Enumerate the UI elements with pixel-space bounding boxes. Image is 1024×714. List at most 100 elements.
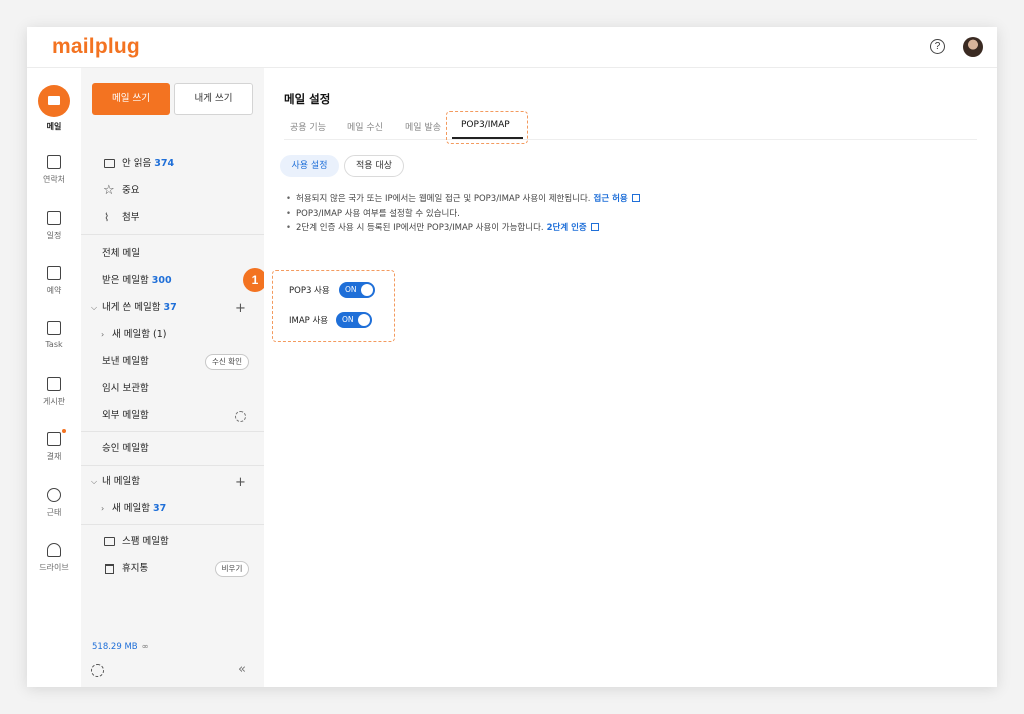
rail-item-drive[interactable]: 드라이브 <box>27 543 81 573</box>
tab-common[interactable]: 공용 기능 <box>290 120 326 133</box>
folder-self-box[interactable]: ⌵ 내게 쓴 메일함 37 + <box>81 299 264 317</box>
rail-item-reservation[interactable]: 예약 <box>27 266 81 296</box>
imap-label: IMAP 사용 <box>289 316 329 326</box>
folder-label: 받은 메일함 300 <box>102 272 172 290</box>
rail-item-calendar[interactable]: 일정 <box>27 211 81 241</box>
folder-trash[interactable]: 휴지통 비우기 <box>81 560 264 578</box>
mailplug-logo[interactable]: mailplug <box>52 35 140 59</box>
folder-external[interactable]: 외부 메일함 <box>81 407 264 425</box>
rail-item-task[interactable]: Task <box>27 321 81 349</box>
folder-my-sub-label: 새 메일함 <box>112 503 150 514</box>
approval-icon <box>47 432 61 446</box>
tab-receive[interactable]: 메일 수신 <box>347 120 383 133</box>
board-icon <box>47 377 61 391</box>
folder-my-box[interactable]: ⌵ 내 메일함 + <box>81 473 264 491</box>
folder-important[interactable]: ☆ 중요 <box>81 182 264 200</box>
divider <box>81 524 264 525</box>
envelope-icon <box>104 159 115 168</box>
empty-trash-button[interactable]: 비우기 <box>215 561 249 577</box>
gear-icon[interactable] <box>235 411 246 422</box>
imap-toggle[interactable]: ON <box>336 312 372 328</box>
trash-icon <box>105 564 114 574</box>
folder-my-sub[interactable]: › 새 메일함 37 <box>81 500 264 518</box>
folder-approval[interactable]: 승인 메일함 <box>81 440 264 458</box>
note-item: • POP3/IMAP 사용 여부를 설정할 수 있습니다. <box>286 207 460 219</box>
chevron-down-icon[interactable]: ⌵ <box>91 299 97 317</box>
folder-approval-label: 승인 메일함 <box>102 443 149 454</box>
segment-targets[interactable]: 적용 대상 <box>344 155 404 177</box>
collapse-panel-icon[interactable]: « <box>238 662 246 677</box>
bullet: • <box>286 209 292 219</box>
folder-self-box-label: 내게 쓴 메일함 <box>102 302 161 313</box>
star-icon: ☆ <box>103 183 115 198</box>
rail-item-label: 일정 <box>46 231 62 240</box>
add-folder-icon[interactable]: + <box>235 476 246 489</box>
settings-icon[interactable] <box>91 664 104 677</box>
two-factor-link[interactable]: 2단계 인증 <box>547 223 587 233</box>
tab-send[interactable]: 메일 발송 <box>405 120 441 133</box>
folder-important-label: 중요 <box>122 185 140 196</box>
external-link-icon[interactable] <box>590 223 599 231</box>
divider <box>81 234 264 235</box>
access-allow-link[interactable]: 접근 허용 <box>594 194 628 204</box>
top-bar: mailplug ? <box>27 27 997 68</box>
chevron-right-icon[interactable]: › <box>101 500 104 518</box>
highlight-options-box <box>272 270 395 342</box>
folder-inbox[interactable]: 받은 메일함 300 <box>81 272 264 290</box>
clock-icon <box>47 488 61 502</box>
folder-spam[interactable]: 스팸 메일함 <box>81 533 264 551</box>
tabs-divider <box>284 139 977 140</box>
rail-item-board[interactable]: 게시판 <box>27 377 81 407</box>
rail-item-label: 메일 <box>46 122 62 131</box>
folder-attachment[interactable]: ⌇ 첨부 <box>81 209 264 227</box>
app-window: mailplug ? 메일 연락처 일정 예약 Task 게시판 결재 근태 드… <box>27 27 997 687</box>
note-item: • 허용되지 않은 국가 또는 IP에서는 웹메일 접근 및 POP3/IMAP … <box>286 192 640 204</box>
pop3-toggle[interactable]: ON <box>339 282 375 298</box>
folder-all-mail[interactable]: 전체 메일 <box>81 245 264 263</box>
infinity-icon: ∞ <box>141 642 149 652</box>
cloud-icon <box>47 543 61 557</box>
folder-self-sub-label: 새 메일함 (1) <box>112 329 167 340</box>
folder-unread[interactable]: 안 읽음 374 <box>81 155 264 173</box>
folder-label: 새 메일함 37 <box>112 500 166 518</box>
rail-item-contacts[interactable]: 연락처 <box>27 155 81 185</box>
user-avatar[interactable] <box>963 37 983 57</box>
contacts-icon <box>47 155 61 169</box>
folder-attachment-label: 첨부 <box>122 212 140 223</box>
folder-inbox-label: 받은 메일함 <box>102 275 149 286</box>
folder-my-box-label: 내 메일함 <box>102 476 140 487</box>
folder-self-sub[interactable]: › 새 메일함 (1) <box>81 326 264 344</box>
notification-dot <box>62 429 66 433</box>
rail-item-approval[interactable]: 결재 <box>27 429 81 462</box>
rail-item-attendance[interactable]: 근태 <box>27 488 81 518</box>
inbox-count: 300 <box>151 275 172 286</box>
read-receipt-button[interactable]: 수신 확인 <box>205 354 249 370</box>
page-title: 메일 설정 <box>284 92 331 106</box>
rail-item-label: 드라이브 <box>39 563 69 572</box>
folder-panel: 메일 쓰기 내게 쓰기 안 읽음 374 ☆ 중요 ⌇ 첨부 전체 메일 받은 메… <box>81 68 264 687</box>
segment-usage-settings[interactable]: 사용 설정 <box>280 155 339 177</box>
toggle-state: ON <box>345 285 357 294</box>
rail-item-label: 근태 <box>46 508 62 517</box>
write-to-self-button[interactable]: 내게 쓰기 <box>174 83 253 115</box>
rail-item-label: 결재 <box>46 452 62 461</box>
mail-icon <box>38 85 70 117</box>
rail-item-label: 예약 <box>46 286 62 295</box>
spam-envelope-icon <box>104 537 115 546</box>
help-icon[interactable]: ? <box>930 39 945 54</box>
folder-drafts[interactable]: 임시 보관함 <box>81 380 264 398</box>
add-folder-icon[interactable]: + <box>235 302 246 315</box>
external-link-icon[interactable] <box>631 194 640 202</box>
rail-item-label: Task <box>45 340 63 349</box>
storage-usage: 518.29 MB ∞ <box>92 642 149 652</box>
chevron-right-icon[interactable]: › <box>101 326 104 344</box>
note-text: POP3/IMAP 사용 여부를 설정할 수 있습니다. <box>296 209 460 219</box>
self-box-count: 37 <box>163 302 177 313</box>
compose-button[interactable]: 메일 쓰기 <box>92 83 170 115</box>
divider <box>81 431 264 432</box>
rail-item-mail[interactable]: 메일 <box>27 85 81 132</box>
highlight-tab-box <box>446 111 528 144</box>
chevron-down-icon[interactable]: ⌵ <box>91 473 97 491</box>
folder-drafts-label: 임시 보관함 <box>102 383 149 394</box>
folder-sent[interactable]: 보낸 메일함 수신 확인 <box>81 353 264 371</box>
